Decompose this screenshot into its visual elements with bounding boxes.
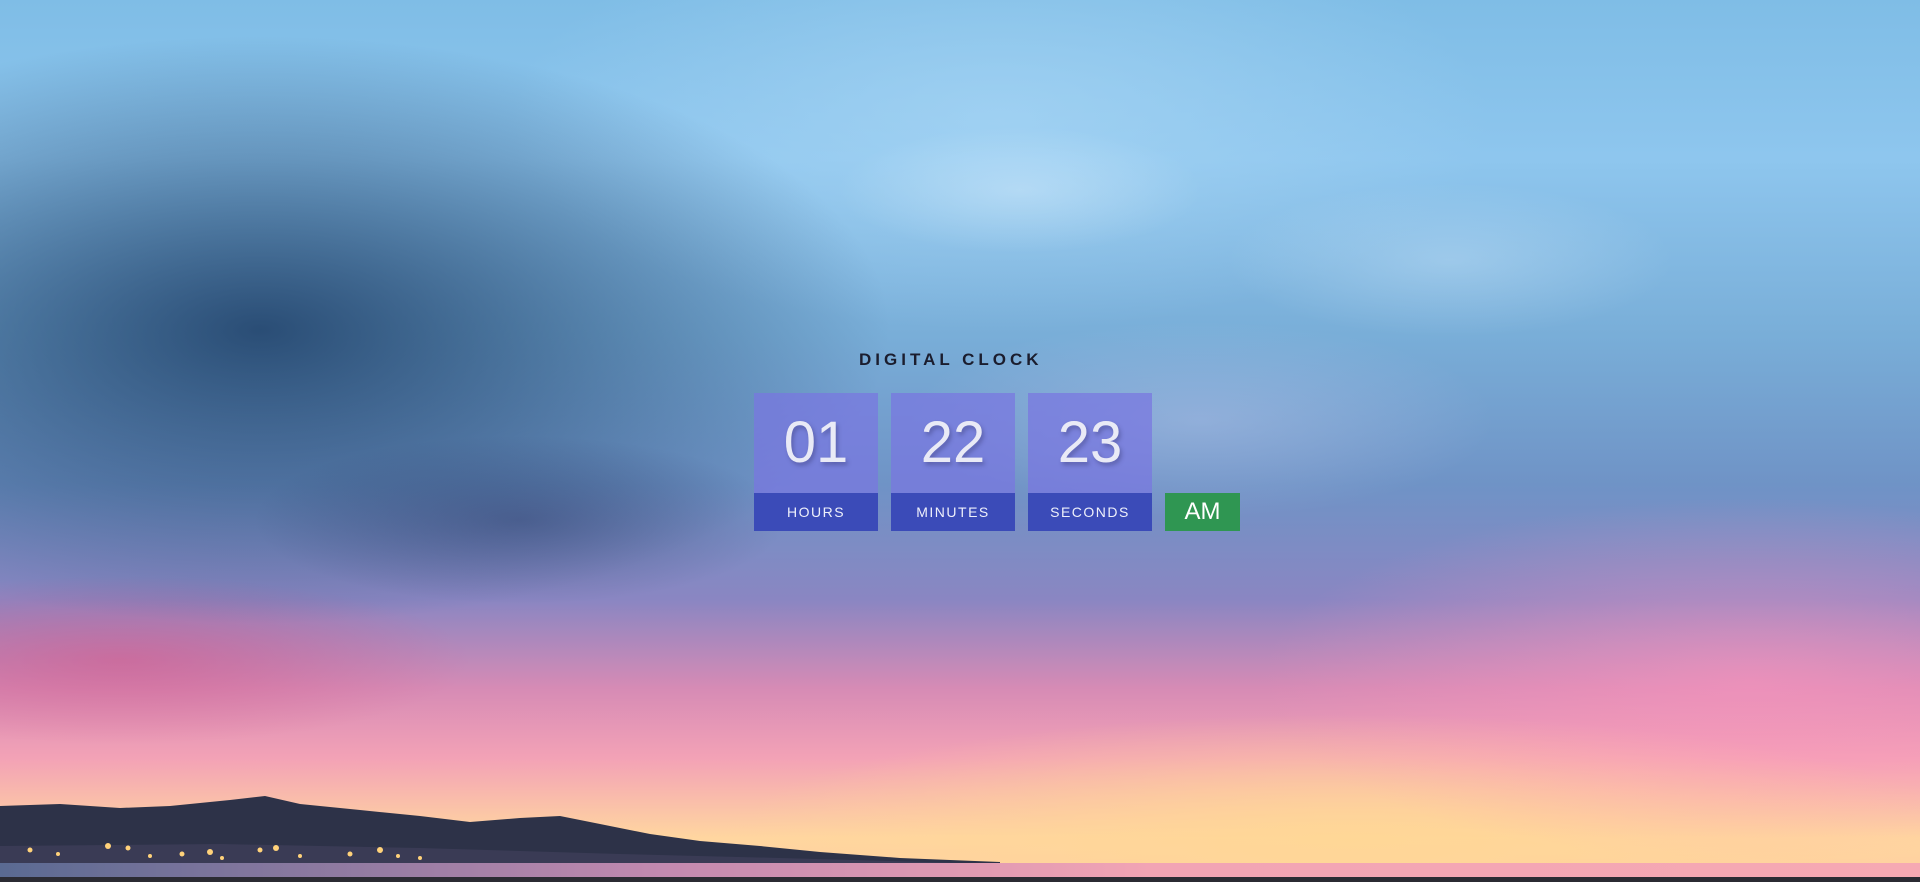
sea-horizon: [0, 863, 1920, 877]
seconds-unit: 23 SECONDS: [1028, 393, 1152, 531]
seconds-label: SECONDS: [1028, 493, 1152, 531]
hours-value: 01: [754, 393, 878, 493]
hours-label: HOURS: [754, 493, 878, 531]
seconds-value: 23: [1028, 393, 1152, 493]
sunset-background-image: DIGITAL CLOCK 01 HOURS 22 MINUTES 23 SEC…: [0, 0, 1920, 882]
minutes-value: 22: [891, 393, 1015, 493]
clock-units: 01 HOURS 22 MINUTES 23 SECONDS AM: [754, 393, 1240, 531]
am-pm-badge: AM: [1165, 493, 1240, 531]
bottom-edge: [0, 877, 1920, 882]
clock-title: DIGITAL CLOCK: [859, 350, 1043, 369]
coastline-hills: [0, 796, 1000, 866]
hours-unit: 01 HOURS: [754, 393, 878, 531]
minutes-unit: 22 MINUTES: [891, 393, 1015, 531]
minutes-label: MINUTES: [891, 493, 1015, 531]
